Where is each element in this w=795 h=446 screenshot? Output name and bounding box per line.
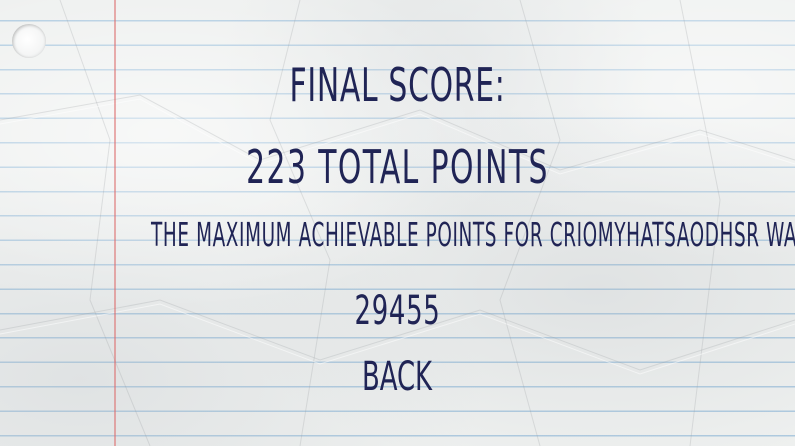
max-points-value: 29455: [354, 288, 441, 334]
total-points-value: 223 TOTAL POINTS: [246, 140, 549, 194]
max-points-label: THE MAXIMUM ACHIEVABLE POINTS FOR CRIOMY…: [151, 215, 795, 254]
back-button[interactable]: BACK: [361, 354, 433, 400]
final-score-heading: FINAL SCORE:: [289, 58, 506, 112]
binder-hole: [12, 24, 46, 58]
